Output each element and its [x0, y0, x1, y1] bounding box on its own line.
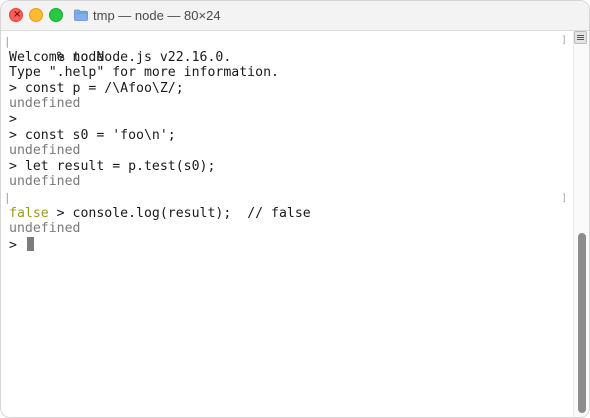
line-text: > [9, 111, 17, 127]
terminal-line: false [9, 206, 569, 222]
terminal-line: > [9, 112, 569, 128]
terminal-line: | > console.log(result); // false [4, 190, 569, 221]
terminal-line: > [9, 236, 569, 253]
terminal-line: undefined [9, 143, 569, 159]
line-end-marker: ] [560, 193, 567, 204]
line-text: > const s0 = 'foo\n'; [9, 127, 176, 143]
minimize-button[interactable] [29, 8, 43, 22]
terminal-content[interactable]: |% node Welcome to Node.js v22.16.0. Typ… [4, 34, 569, 417]
line-end-marker: ] [560, 35, 567, 46]
terminal-window: × tmp — node — 80×24 |% node Welcome to … [0, 0, 590, 418]
line-text: Welcome to Node.js v22.16.0. [9, 49, 232, 65]
scrollbar-thumb[interactable] [578, 233, 586, 413]
terminal-line: |% node [4, 34, 569, 65]
zoom-button[interactable] [49, 8, 63, 22]
folder-icon [74, 9, 88, 21]
text-cursor [26, 236, 34, 251]
command-mark: | [4, 190, 11, 204]
terminal-line: > const s0 = 'foo\n'; [9, 128, 569, 144]
terminal-line: undefined [9, 174, 569, 190]
line-text: undefined [9, 174, 81, 190]
terminal-line: > const p = /\Afoo\Z/; [9, 81, 569, 97]
line-text: undefined [9, 143, 81, 159]
line-text: > const p = /\Afoo\Z/; [9, 80, 184, 96]
terminal-line: undefined [9, 221, 569, 237]
terminal-line: > let result = p.test(s0); [9, 159, 569, 175]
window-title: tmp — node — 80×24 [93, 8, 221, 23]
line-text: false [9, 205, 49, 221]
line-text: Type ".help" for more information. [9, 65, 279, 81]
title-bar[interactable]: × tmp — node — 80×24 [1, 1, 589, 31]
line-text: > let result = p.test(s0); [9, 158, 216, 174]
close-button[interactable]: × [9, 8, 23, 22]
command-mark: | [4, 35, 11, 48]
terminal-line: Type ".help" for more information. [9, 65, 569, 81]
prompt-text: > [9, 237, 25, 253]
terminal-line: undefined [9, 96, 569, 112]
terminal-line: Welcome to Node.js v22.16.0. [9, 50, 569, 66]
scroll-menu-icon[interactable] [574, 31, 587, 44]
line-text: undefined [9, 221, 81, 237]
line-text: undefined [9, 96, 81, 112]
close-icon: × [13, 9, 22, 20]
